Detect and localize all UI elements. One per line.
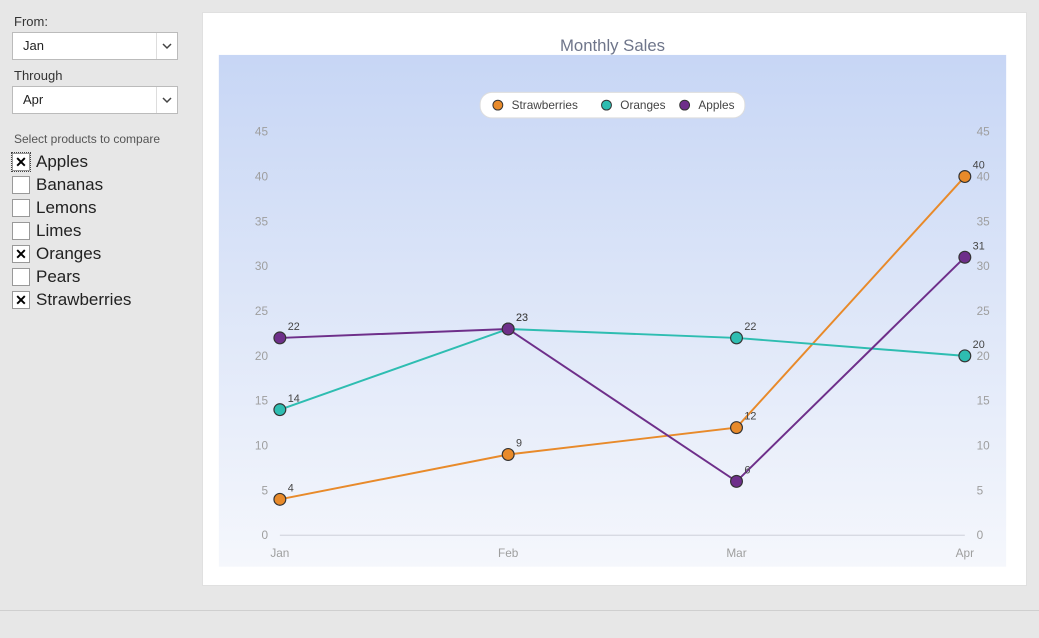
y-tick-left: 30 [255,259,269,273]
product-label: Bananas [36,175,103,195]
y-tick-right: 15 [977,394,991,408]
data-label: 9 [516,438,522,450]
data-label: 31 [973,240,985,252]
data-label: 4 [288,482,294,494]
through-label: Through [14,68,178,83]
product-row-lemons[interactable]: Lemons [12,198,178,218]
data-label: 20 [973,339,985,351]
product-label: Lemons [36,198,96,218]
y-tick-left: 5 [261,483,268,497]
data-point[interactable] [274,493,286,505]
data-point[interactable] [502,323,514,335]
checkbox-icon[interactable] [12,176,30,194]
data-point[interactable] [731,475,743,487]
filter-sidebar: From: Jan Through Apr Select products to… [12,12,178,586]
checkbox-icon[interactable]: ✕ [12,153,30,171]
product-row-oranges[interactable]: ✕ Oranges [12,244,178,264]
chevron-down-icon [156,87,177,113]
product-list: ✕ Apples Bananas Lemons Limes ✕ Oranges Pears ✕ S… [12,152,178,310]
y-tick-left: 0 [261,528,268,542]
legend-label[interactable]: Oranges [620,98,665,112]
from-label: From: [14,14,178,29]
legend-marker [493,100,503,110]
checkbox-icon[interactable] [12,199,30,217]
data-label: 40 [973,160,985,172]
product-row-apples[interactable]: ✕ Apples [12,152,178,172]
data-point[interactable] [502,449,514,461]
product-label: Pears [36,267,80,287]
checkbox-icon[interactable]: ✕ [12,245,30,263]
compare-label: Select products to compare [14,132,178,146]
y-tick-right: 10 [977,438,991,452]
product-label: Limes [36,221,81,241]
y-tick-left: 20 [255,349,269,363]
y-tick-right: 5 [977,483,984,497]
x-tick: Feb [498,546,519,560]
data-label: 12 [744,411,756,423]
from-select-value: Jan [23,38,44,53]
data-point[interactable] [731,422,743,434]
data-label: 22 [744,321,756,333]
monthly-sales-chart: Monthly Sales 0 0 5 5 10 10 15 15 20 20 25 25 30 30 35 3… [209,19,1016,579]
y-tick-left: 25 [255,304,269,318]
through-select[interactable]: Apr [12,86,178,114]
data-point[interactable] [274,332,286,344]
checkbox-icon[interactable]: ✕ [12,291,30,309]
y-tick-right: 45 [977,125,991,139]
y-tick-right: 30 [977,259,991,273]
product-label: Oranges [36,244,101,264]
y-tick-left: 15 [255,394,269,408]
plot-background [219,55,1006,567]
x-tick: Apr [956,546,974,560]
footer-divider [0,610,1039,611]
y-tick-right: 25 [977,304,991,318]
product-row-strawberries[interactable]: ✕ Strawberries [12,290,178,310]
data-point[interactable] [959,171,971,183]
y-tick-left: 35 [255,214,269,228]
chart-card: Monthly Sales 0 0 5 5 10 10 15 15 20 20 25 25 30 30 35 3… [202,12,1027,586]
from-select[interactable]: Jan [12,32,178,60]
product-label: Strawberries [36,290,131,310]
checkbox-icon[interactable] [12,268,30,286]
product-row-bananas[interactable]: Bananas [12,175,178,195]
y-tick-left: 10 [255,438,269,452]
product-row-limes[interactable]: Limes [12,221,178,241]
data-point[interactable] [959,350,971,362]
x-tick: Mar [726,546,746,560]
legend-label[interactable]: Apples [698,98,734,112]
data-label: 22 [288,321,300,333]
y-tick-right: 35 [977,214,991,228]
x-tick: Jan [270,546,289,560]
y-tick-left: 45 [255,125,269,139]
through-select-value: Apr [23,92,43,107]
chevron-down-icon [156,33,177,59]
data-point[interactable] [274,404,286,416]
y-tick-right: 0 [977,528,984,542]
legend-label[interactable]: Strawberries [512,98,578,112]
data-label: 14 [288,393,300,405]
data-label: 23 [516,312,528,324]
chart-title: Monthly Sales [560,36,665,55]
legend-marker [602,100,612,110]
product-label: Apples [36,152,88,172]
checkbox-icon[interactable] [12,222,30,240]
data-label: 6 [744,465,750,477]
y-tick-left: 40 [255,169,269,183]
data-point[interactable] [959,251,971,263]
product-row-pears[interactable]: Pears [12,267,178,287]
legend-marker [680,100,690,110]
data-point[interactable] [731,332,743,344]
